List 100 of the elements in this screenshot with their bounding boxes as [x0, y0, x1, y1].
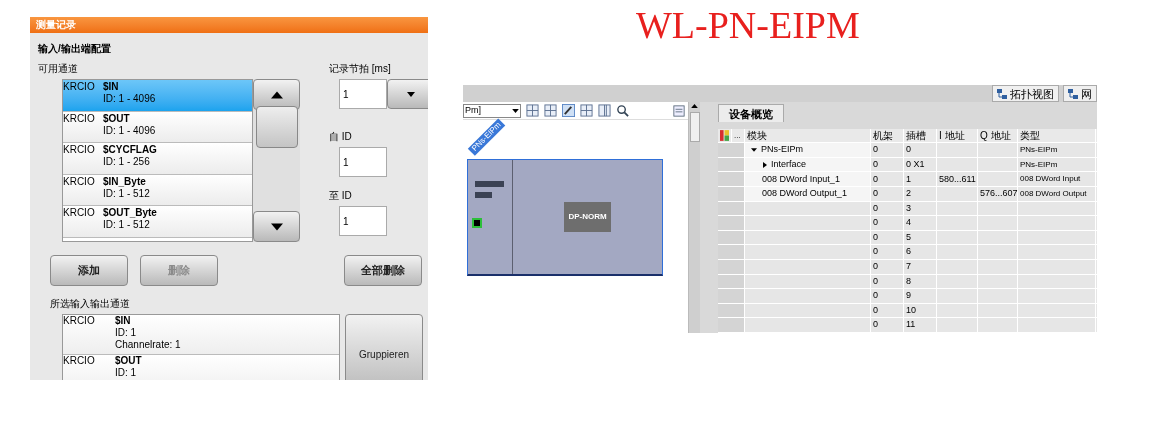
channel-name: $IN [103, 81, 119, 93]
type-cell: PNs-EIPm [1020, 158, 1058, 171]
slot-cell: 4 [906, 216, 911, 230]
split-view-icon[interactable] [580, 104, 593, 118]
collapsed-icon [763, 161, 767, 168]
to-id-field[interactable]: 1 [339, 206, 387, 236]
expanded-icon [751, 148, 757, 153]
column-header: Q 地址 [980, 129, 1011, 144]
device-dropdown[interactable]: Pm] [463, 103, 521, 118]
channel-name: $IN [115, 315, 131, 327]
table-row[interactable]: 008 DWord Input_1 0 1 580...611 008 DWord Input [718, 172, 1097, 188]
channel-source: KRCIO [63, 207, 96, 219]
table-row[interactable]: PNs-EIPm 0 0 PNs-EIPm [718, 143, 1097, 158]
slot-cell-text: 3 [906, 201, 911, 215]
rack-cell-text: 0 [873, 157, 878, 171]
channel-range: ID: 1 - 4096 [103, 93, 156, 105]
slot-cell-text: 0 X1 [906, 157, 925, 171]
rack-cell: 0 [873, 260, 878, 274]
columns-icon[interactable] [598, 104, 611, 118]
overview-tab[interactable]: 设备概览 [718, 104, 784, 123]
view-tab[interactable]: 网 [1063, 85, 1097, 103]
table-row[interactable]: 0 4 [718, 216, 1097, 231]
panel-header: 测量记录 [30, 17, 428, 33]
rack-cell: 0 [873, 318, 878, 332]
rack-cell: 0 [873, 143, 878, 157]
i-address-cell: 580...611 [939, 172, 976, 186]
from-id-field[interactable]: 1 [339, 147, 387, 177]
table-row[interactable]: 0 9 [718, 289, 1097, 304]
channel-source: KRCIO [63, 175, 96, 188]
field-label: 自 ID [329, 131, 352, 143]
slot-cell: 11 [906, 318, 916, 332]
list-label: 可用通道 [38, 63, 78, 75]
column-header: 机架 [873, 129, 893, 144]
scroll-down-button[interactable] [253, 211, 300, 242]
action-button[interactable]: 全部删除 [344, 255, 422, 286]
group-button[interactable]: Gruppieren [345, 314, 423, 380]
slot-cell-text: 8 [906, 274, 911, 288]
q-address-cell: 576...607 [980, 187, 1018, 201]
tab-label: 网 [1081, 86, 1092, 102]
rack-cell: 0 [873, 216, 878, 230]
column-header: I 地址 [939, 129, 965, 144]
channel-name: $IN_Byte [103, 175, 146, 188]
slot-cell: 7 [906, 260, 911, 274]
slot-cell: 0 [906, 143, 911, 157]
slot-cell-text: 5 [906, 230, 911, 244]
slot-cell: 6 [906, 245, 911, 259]
field-label: 至 ID [329, 190, 352, 202]
status-bar [475, 192, 492, 199]
tab-label: 拓扑视图 [1010, 86, 1054, 102]
channel-source: KRCIO [63, 81, 96, 93]
slot-cell: 9 [906, 289, 911, 303]
page-title: WL-PN-EIPM [636, 4, 860, 46]
status-bar [475, 181, 504, 188]
column-header: 模块 [747, 129, 767, 144]
port-icon [472, 218, 482, 229]
channel-name: $OUT [103, 112, 130, 125]
channel-range: ID: 1 - 512 [103, 187, 150, 200]
channel-range: ID: 1 - 4096 [103, 124, 156, 137]
channel-name: $OUT_Byte [103, 207, 157, 219]
panel-icon[interactable] [673, 104, 685, 117]
type-cell: 008 DWord Output [1020, 187, 1087, 200]
channel-item[interactable]: KRCIO $CYCFLAG ID: 1 - 256 [63, 143, 252, 175]
filter-icon [720, 130, 729, 142]
channel-name: $OUT [115, 355, 142, 367]
type-cell: 008 DWord Input [1020, 173, 1081, 186]
module-label: DP-NORM [564, 202, 611, 233]
scrollbar-thumb[interactable] [255, 105, 298, 148]
list-label: 所选输入输出通道 [50, 298, 130, 310]
channel-source: KRCIO [63, 112, 96, 125]
dropdown-button[interactable] [387, 79, 428, 109]
table-row[interactable]: 0 6 [718, 245, 1097, 261]
table-row[interactable]: 0 11 [718, 318, 1097, 333]
channel-item[interactable]: KRCIO $IN_Byte ID: 1 - 512 [63, 174, 252, 206]
rack-cell-text: 0 [873, 274, 878, 288]
channel-item[interactable]: KRCIO $OUT_Byte ID: 1 - 512 [63, 206, 252, 238]
scrollbar-thumb[interactable] [689, 112, 700, 143]
rate-dropdown[interactable]: 1 [339, 79, 387, 109]
row-header-cell [718, 187, 745, 201]
channel-item[interactable]: KRCIO $OUT ID: 1 - 4096 [63, 111, 252, 143]
selected-channel-item[interactable]: KRCIO $OUT ID: 1 [63, 355, 339, 380]
channel-source: KRCIO [63, 144, 96, 156]
pencil-icon[interactable] [562, 104, 575, 118]
table-row[interactable]: 008 DWord Output_1 0 2 576...607 008 DWord Output [718, 187, 1097, 202]
channel-id: ID: 1 [115, 367, 137, 379]
section-title: 输入/输出端配置 [38, 43, 111, 55]
channel-range: ID: 1 - 256 [103, 156, 150, 168]
channel-name: $CYCFLAG [103, 144, 157, 156]
down-arrow-icon [270, 222, 283, 231]
view-tab[interactable]: 拓扑视图 [992, 85, 1059, 103]
rack-cell: 0 [873, 187, 878, 201]
row-header-cell [718, 260, 745, 274]
column-header: 插槽 [906, 129, 926, 144]
channel-range: ID: 1 - 512 [103, 219, 150, 231]
channel-item[interactable]: KRCIO $IN ID: 1 - 4096 [63, 80, 252, 112]
table-row[interactable]: 0 7 [718, 260, 1097, 275]
selected-channel-item[interactable]: KRCIO $IN ID: 1 Channelrate: 1 [63, 315, 339, 355]
layout-icon[interactable] [526, 104, 539, 118]
rack-cell-text: 0 [873, 230, 878, 244]
zoom-icon[interactable] [616, 104, 629, 118]
action-button[interactable]: 添加 [50, 255, 128, 286]
